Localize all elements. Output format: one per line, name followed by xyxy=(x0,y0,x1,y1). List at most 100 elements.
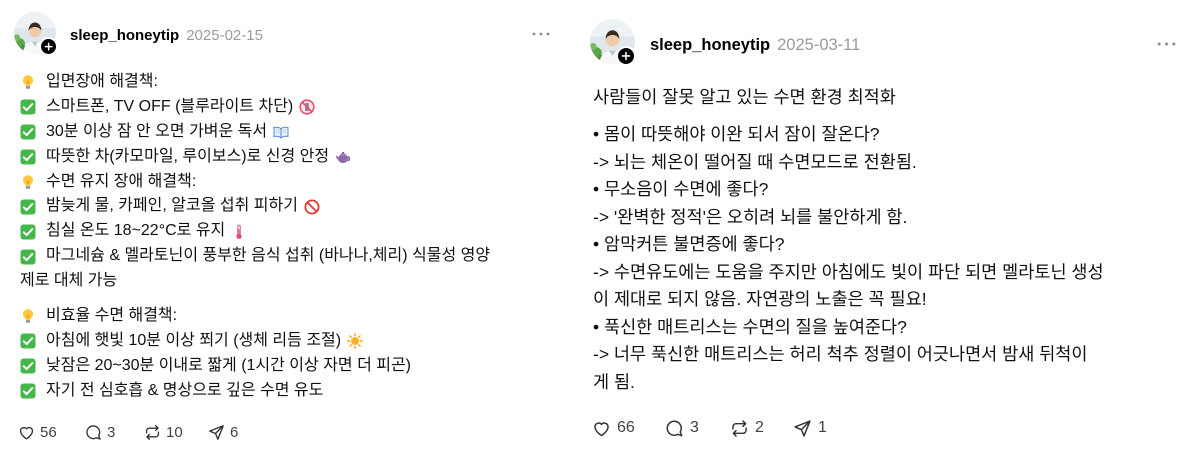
sun-icon xyxy=(347,333,363,349)
username[interactable]: sleep_honeytip xyxy=(70,27,179,44)
like-count: 56 xyxy=(40,423,57,441)
line-text: 자기 전 심호흡 & 명상으로 깊은 수면 유도 xyxy=(46,381,324,399)
follow-button[interactable] xyxy=(39,37,58,56)
reply-button[interactable]: 3 xyxy=(664,417,699,439)
heart-icon xyxy=(591,418,612,439)
post-line: 따뜻한 차(카모마일, 루이보스)로 신경 안정 xyxy=(20,145,568,170)
post-line: 낮잠은 20~30분 이내로 짧게 (1시간 이상 자면 더 피곤) xyxy=(20,354,568,379)
post-line: 침실 온도 18~22°C로 유지 xyxy=(20,219,568,244)
line-text: 아침에 햇빛 10분 이상 쬐기 (생체 리듬 조절) xyxy=(46,331,342,349)
post-line: 입면장애 해결책: xyxy=(20,70,568,95)
repost-icon xyxy=(143,423,162,442)
post-line: • 무소음이 수면에 좋다? xyxy=(593,179,769,199)
check-icon xyxy=(20,358,36,374)
post-line: -> 너무 푹신한 매트리스는 허리 척추 정렬이 어긋나면서 밤새 뒤척이 xyxy=(593,344,1088,364)
post-line: -> 수면유도에는 도움을 주지만 아침에도 빛이 파단 되면 멜라토닌 생성 xyxy=(593,261,1104,282)
teapot-icon xyxy=(335,149,351,165)
comment-icon xyxy=(84,423,103,442)
post-line: • 암막커튼 불면증에 좋다? xyxy=(593,234,785,254)
post-date[interactable]: 2025-02-15 xyxy=(186,27,263,44)
follow-button[interactable] xyxy=(616,46,636,66)
repost-icon xyxy=(729,418,750,439)
post-title-line: 사람들이 잘못 알고 있는 수면 환경 최적화 xyxy=(593,87,896,107)
post-line: -> '완벽한 정적'은 오히려 뇌를 불안하게 함. xyxy=(593,206,908,227)
more-icon xyxy=(1157,41,1176,47)
lightbulb-icon xyxy=(20,308,36,324)
check-icon xyxy=(20,99,36,115)
post-line: 제로 대체 가능 xyxy=(20,269,568,294)
line-text: 마그네슘 & 멜라토닌이 풍부한 음식 섭취 (바나나,체리) 식물성 영양 xyxy=(46,247,491,265)
check-icon xyxy=(20,124,36,140)
post-line: 30분 이상 잠 안 오면 가벼운 독서 xyxy=(20,120,568,145)
repost-count: 2 xyxy=(755,419,764,436)
post-line: 아침에 햇빛 10분 이상 쬐기 (생체 리듬 조절) xyxy=(20,329,568,354)
like-button[interactable]: 56 xyxy=(17,422,57,442)
post-line: -> 뇌는 체온이 떨어질 때 수면모드로 전환됨. xyxy=(593,151,917,172)
share-count: 1 xyxy=(818,419,827,436)
line-text: 비효율 수면 해결책: xyxy=(46,307,178,325)
check-icon xyxy=(20,199,36,215)
heart-icon xyxy=(17,423,36,442)
post-line: 밤늦게 물, 카페인, 알코올 섭취 피하기 xyxy=(20,194,568,219)
line-text: 밤늦게 물, 카페인, 알코올 섭취 피하기 xyxy=(46,197,298,215)
post-line: 수면 유지 장애 해결책: xyxy=(20,170,568,195)
check-icon xyxy=(20,149,36,165)
check-icon xyxy=(20,383,36,399)
check-icon xyxy=(20,224,36,240)
post-line: 스마트폰, TV OFF (블루라이트 차단) xyxy=(20,95,568,120)
plus-icon xyxy=(44,42,53,51)
share-button[interactable]: 1 xyxy=(792,417,827,439)
line-text: 입면장애 해결책: xyxy=(46,73,158,90)
lightbulb-icon xyxy=(20,174,36,190)
line-text: 스마트폰, TV OFF (블루라이트 차단) xyxy=(46,97,294,115)
post-line: 마그네슘 & 멜라토닌이 풍부한 음식 섭취 (바나나,체리) 식물성 영양 xyxy=(20,244,568,269)
plus-icon xyxy=(621,51,631,61)
repost-count: 10 xyxy=(166,423,183,441)
share-icon xyxy=(207,423,226,442)
more-options-button[interactable] xyxy=(1157,41,1176,47)
more-options-button[interactable] xyxy=(532,31,550,37)
no-mobile-phones-icon xyxy=(299,99,315,115)
line-text: 낮잠은 20~30분 이내로 짧게 (1시간 이상 자면 더 피곤) xyxy=(46,356,412,374)
post-date[interactable]: 2025-03-11 xyxy=(777,36,860,54)
post-line: 게 됨. xyxy=(593,371,635,392)
line-text: 수면 유지 장애 해결책: xyxy=(46,172,197,190)
action-bar: 66 3 2 1 xyxy=(578,417,1194,439)
action-bar: 56 3 10 6 xyxy=(0,422,575,442)
post-header: sleep_honeytip 2025-02-15 xyxy=(70,26,263,46)
share-button[interactable]: 6 xyxy=(207,422,238,442)
thermometer-icon xyxy=(231,224,247,240)
post-line: 비효율 수면 해결책: xyxy=(20,304,568,329)
repost-button[interactable]: 2 xyxy=(729,417,764,439)
check-icon xyxy=(20,333,36,349)
post-card: sleep_honeytip 2025-03-11 사람들이 잘못 알고 있는 수… xyxy=(578,0,1194,453)
repost-button[interactable]: 10 xyxy=(143,422,183,442)
more-icon xyxy=(532,31,550,37)
share-count: 6 xyxy=(230,423,239,441)
post-line: 자기 전 심호흡 & 명상으로 깊은 수면 유도 xyxy=(20,379,568,404)
share-icon xyxy=(792,418,813,439)
reply-button[interactable]: 3 xyxy=(84,422,115,442)
post-body: 사람들이 잘못 알고 있는 수면 환경 최적화 • 몸이 따뜻해야 이완 되서 … xyxy=(593,84,1185,396)
like-count: 66 xyxy=(617,419,635,436)
line-text: 침실 온도 18~22°C로 유지 xyxy=(46,222,226,240)
username[interactable]: sleep_honeytip xyxy=(650,36,770,54)
check-icon xyxy=(20,249,36,265)
reply-count: 3 xyxy=(690,419,699,436)
post-line: 이 제대로 되지 않음. 자연광의 노출은 꼭 필요! xyxy=(593,289,927,309)
post-line: • 몸이 따뜻해야 이완 되서 잠이 잘온다? xyxy=(593,124,880,144)
post-line: • 푹신한 매트리스는 수면의 질을 높여준다? xyxy=(593,316,907,337)
line-text: 따뜻한 차(카모마일, 루이보스)로 신경 안정 xyxy=(46,147,330,165)
post-body: 입면장애 해결책: 스마트폰, TV OFF (블루라이트 차단) 30분 이상… xyxy=(20,70,568,404)
post-card: sleep_honeytip 2025-02-15 입면장애 해결책: 스마트폰,… xyxy=(0,0,575,453)
line-text: 제로 대체 가능 xyxy=(20,272,118,290)
reply-count: 3 xyxy=(107,423,116,441)
post-header: sleep_honeytip 2025-03-11 xyxy=(650,34,860,56)
comment-icon xyxy=(664,418,685,439)
open-book-icon xyxy=(273,124,289,140)
no-entry-icon xyxy=(304,199,320,215)
like-button[interactable]: 66 xyxy=(591,417,635,439)
lightbulb-icon xyxy=(20,74,36,90)
